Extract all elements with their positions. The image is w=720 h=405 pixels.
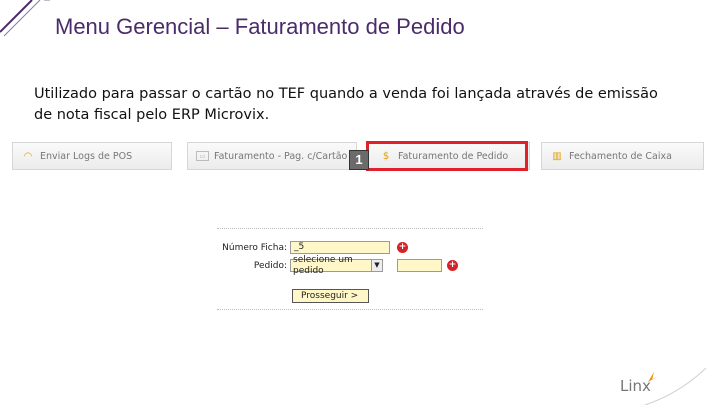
menu-enviar-logs-pos[interactable]: ◠ Enviar Logs de POS xyxy=(12,142,172,170)
pedido-add-icon[interactable]: + xyxy=(447,260,458,271)
pedido-selected-value: selecione um pedido xyxy=(293,254,353,276)
ficha-row: Número Ficha: _5 + xyxy=(217,241,408,254)
menu-fechamento-caixa[interactable]: ▥ Fechamento de Caixa xyxy=(541,142,704,170)
ficha-label: Número Ficha: xyxy=(222,242,287,253)
linx-logo: Linx xyxy=(620,377,651,395)
chart-icon: ▥ xyxy=(552,150,562,162)
faturamento-form: Número Ficha: _5 + Pedido: selecione um … xyxy=(217,228,483,310)
pedido-extra-input[interactable] xyxy=(397,259,442,272)
arc-icon: ◠ xyxy=(23,150,33,162)
step-badge: 1 xyxy=(349,150,369,170)
slide-title: Menu Gerencial – Faturamento de Pedido xyxy=(55,14,465,39)
card-icon: ▭ xyxy=(196,151,209,161)
slide-description: Utilizado para passar o cartão no TEF qu… xyxy=(34,84,684,126)
description-line-1: Utilizado para passar o cartão no TEF qu… xyxy=(34,86,658,102)
description-line-2: de nota fiscal pelo ERP Microvix. xyxy=(34,107,270,123)
corner-decoration xyxy=(0,0,50,37)
chevron-down-icon[interactable]: ▼ xyxy=(370,260,382,271)
pedido-select[interactable]: selecione um pedido ▼ xyxy=(290,255,383,276)
prosseguir-button[interactable]: Prosseguir > xyxy=(292,289,369,303)
ficha-input[interactable]: _5 xyxy=(290,241,390,254)
menu-item-label: Enviar Logs de POS xyxy=(40,150,133,162)
menu-item-label: Fechamento de Caixa xyxy=(569,150,672,162)
highlight-box xyxy=(366,141,528,171)
pedido-label: Pedido: xyxy=(253,260,287,271)
menu-faturamento-pag-cartao[interactable]: ▭ Faturamento - Pag. c/Cartão xyxy=(187,142,357,170)
pedido-row: Pedido: selecione um pedido ▼ + xyxy=(217,255,458,276)
ficha-add-icon[interactable]: + xyxy=(397,242,408,253)
menu-item-label: Faturamento - Pag. c/Cartão xyxy=(214,150,348,162)
